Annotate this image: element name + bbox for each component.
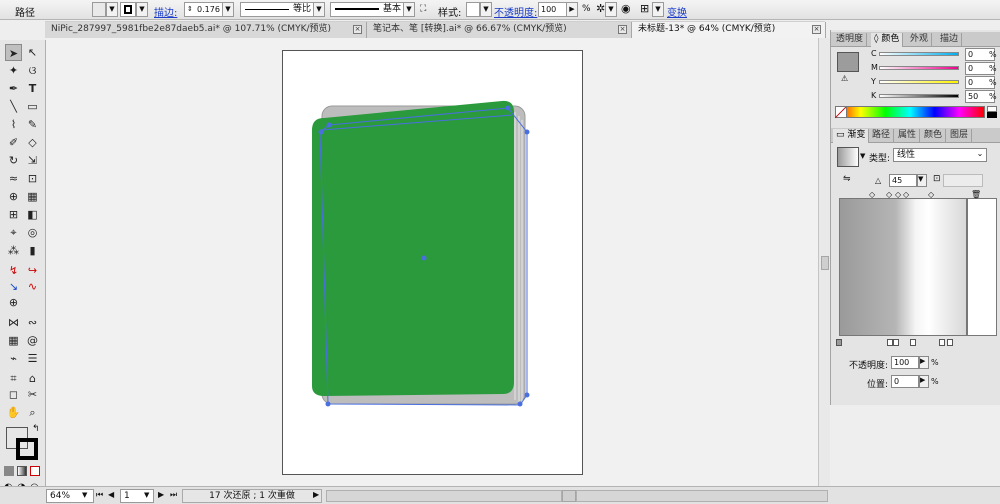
- tab-transparency[interactable]: 透明度: [833, 33, 868, 47]
- c-slider[interactable]: [879, 52, 959, 56]
- scroll-thumb[interactable]: [821, 256, 829, 270]
- first-page-icon[interactable]: ⏮: [96, 490, 103, 500]
- horizontal-scrollbar[interactable]: [326, 490, 562, 502]
- slider-row-c: C 0: [871, 48, 995, 62]
- midpoint-diamond[interactable]: ◇: [869, 190, 875, 199]
- anchor-point[interactable]: [326, 122, 332, 128]
- vertical-scrollbar[interactable]: [818, 38, 830, 486]
- midpoint-diamond[interactable]: ◇: [886, 190, 892, 199]
- gradient-type-label: 类型:: [869, 154, 891, 164]
- color-spectrum[interactable]: [835, 106, 985, 118]
- anchor-point[interactable]: [524, 392, 530, 398]
- gradient-panel-tabs: ▭ 渐变 路径 属性 颜色 图层: [831, 128, 1000, 143]
- midpoint-diamond[interactable]: ◇: [895, 190, 901, 199]
- chevron-down-icon[interactable]: ⌄: [973, 149, 987, 161]
- history-status: 17 次还原 ; 1 次重做: [182, 489, 322, 503]
- gradient-preview[interactable]: [839, 198, 967, 336]
- chevron-down-icon[interactable]: ▼: [860, 152, 865, 160]
- tab-color-2[interactable]: 颜色: [921, 129, 947, 143]
- angle-dropdown[interactable]: ▼: [917, 174, 927, 187]
- center-point[interactable]: [421, 255, 427, 261]
- next-page-icon[interactable]: ▶: [158, 490, 164, 499]
- stop-location-dropdown[interactable]: ▶: [919, 375, 929, 388]
- tab-attributes[interactable]: 属性: [895, 129, 921, 143]
- none-color-swatch[interactable]: [834, 106, 847, 119]
- stop-location-input[interactable]: 0: [891, 375, 919, 388]
- tab-pathfinder[interactable]: 路径: [869, 129, 895, 143]
- gradient-preview-swatch[interactable]: [837, 147, 859, 167]
- slider-row-y: Y 0: [871, 76, 995, 90]
- anchor-point[interactable]: [517, 401, 523, 407]
- tab-stroke[interactable]: 描边: [937, 33, 963, 47]
- delete-stop-icon[interactable]: 🗑: [971, 190, 981, 199]
- anchor-point[interactable]: [318, 129, 324, 135]
- stop-opacity-label: 不透明度:: [849, 361, 889, 371]
- stop-opacity-dropdown[interactable]: ▶: [919, 356, 929, 369]
- status-bar: 64% ▼ ⏮ ◀ 1 ▼ ▶ ⏭ 17 次还原 ; 1 次重做 ▶: [0, 486, 1000, 504]
- k-slider[interactable]: [879, 94, 959, 98]
- tab-appearance[interactable]: 外观: [907, 33, 933, 47]
- slider-row-k: K 50: [871, 90, 995, 104]
- y-slider[interactable]: [879, 80, 959, 84]
- slider-row-m: M 0: [871, 62, 995, 76]
- midpoint-diamond[interactable]: ◇: [928, 190, 934, 199]
- midpoint-diamond[interactable]: ◇: [903, 190, 909, 199]
- aspect-ratio-input[interactable]: [943, 174, 983, 187]
- gradient-angle-input[interactable]: 45: [889, 174, 917, 187]
- gradient-stop[interactable]: [836, 339, 842, 346]
- book-cover[interactable]: [312, 100, 514, 396]
- prev-page-icon[interactable]: ◀: [108, 490, 114, 499]
- gradient-stop[interactable]: [939, 339, 945, 346]
- horizontal-scrollbar-right[interactable]: [576, 490, 828, 502]
- angle-icon: △: [875, 176, 882, 185]
- gradient-stop[interactable]: [947, 339, 953, 346]
- panels-dock: 透明度 ◊ 颜色 外观 描边 ⚠ C 0 M 0 Y 0 K 50 % % % …: [830, 30, 1000, 405]
- tab-layers[interactable]: 图层: [947, 129, 973, 143]
- color-panel-tabs: 透明度 ◊ 颜色 外观 描边: [831, 32, 1000, 47]
- m-slider[interactable]: [879, 66, 959, 70]
- gradient-preview-side: [967, 198, 997, 336]
- reverse-gradient-icon[interactable]: ⇋: [843, 174, 851, 184]
- status-menu-icon[interactable]: ▶: [313, 490, 319, 499]
- black-swatch[interactable]: [987, 112, 997, 118]
- anchor-point[interactable]: [524, 129, 530, 135]
- aspect-ratio-icon: ⊡: [933, 174, 941, 184]
- anchor-point[interactable]: [325, 401, 331, 407]
- last-page-icon[interactable]: ⏭: [170, 490, 177, 500]
- gradient-stop[interactable]: [910, 339, 916, 346]
- stop-opacity-input[interactable]: 100: [891, 356, 919, 369]
- warning-icon: ⚠: [841, 74, 849, 83]
- chevron-down-icon[interactable]: ▼: [144, 491, 149, 499]
- tab-color[interactable]: ◊ 颜色: [871, 33, 904, 47]
- stop-location-label: 位置:: [867, 380, 889, 390]
- chevron-down-icon[interactable]: ▼: [82, 491, 87, 499]
- anchor-point[interactable]: [505, 105, 511, 111]
- gradient-stop[interactable]: [893, 339, 899, 346]
- scroll-thumb[interactable]: [562, 490, 576, 502]
- tab-gradient[interactable]: ▭ 渐变: [833, 129, 870, 143]
- fill-preview-swatch[interactable]: [837, 52, 859, 72]
